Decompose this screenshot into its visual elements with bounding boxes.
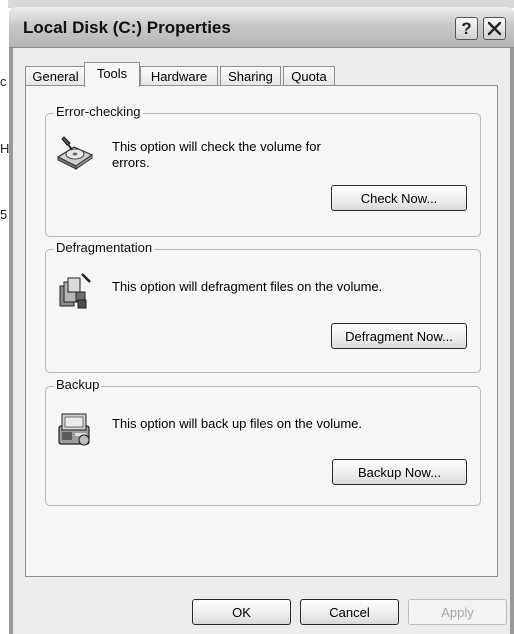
backup-group: Backup This option will back up files on… [45,377,481,506]
background-glyph: 5 [0,207,8,222]
title-bar[interactable]: Local Disk (C:) Properties ? [9,7,514,48]
description-line: errors. [112,155,150,170]
window-title: Local Disk (C:) Properties [23,18,231,37]
help-button[interactable]: ? [455,17,478,40]
apply-button[interactable]: Apply [408,599,507,625]
close-button[interactable] [483,17,506,40]
tab-hardware[interactable]: Hardware [140,66,218,86]
backup-description: This option will back up files on the vo… [112,416,362,432]
group-title: Backup [54,377,102,392]
background-glyph: H [0,141,10,156]
group-title: Error-checking [54,104,143,119]
tab-quota[interactable]: Quota [283,66,335,86]
error-checking-description: This option will check the volume for er… [112,139,321,171]
description-line: This option will check the volume for [112,139,321,154]
tab-tools[interactable]: Tools [84,62,140,87]
tab-general[interactable]: General [25,66,86,86]
description-line: This option will back up files on the vo… [112,416,363,431]
background-glyph: c [0,74,7,89]
dialog-client-area: General Tools Hardware Sharing Quota Err… [13,48,510,634]
defragmentation-group: Defragmentation This option will defragm… [45,240,481,373]
tools-tab-panel: Error-checking This option will check th… [25,85,498,577]
disk-check-icon [56,136,94,170]
check-now-button[interactable]: Check Now... [331,185,467,211]
close-icon [487,21,502,36]
defragmentation-description: This option will defragment files on the… [112,279,382,295]
properties-dialog: Local Disk (C:) Properties ? General Too… [9,7,514,634]
group-title: Defragmentation [54,240,155,255]
backup-icon [58,413,90,446]
backup-now-button[interactable]: Backup Now... [332,459,467,485]
defragment-icon [59,273,91,309]
cancel-button[interactable]: Cancel [300,599,399,625]
description-line: This option will defragment files on the… [112,279,383,294]
defragment-now-button[interactable]: Defragment Now... [331,323,467,349]
tab-sharing[interactable]: Sharing [220,66,281,86]
background-left-area [0,0,8,634]
ok-button[interactable]: OK [192,599,291,625]
error-checking-group: Error-checking This option will check th… [45,104,481,237]
